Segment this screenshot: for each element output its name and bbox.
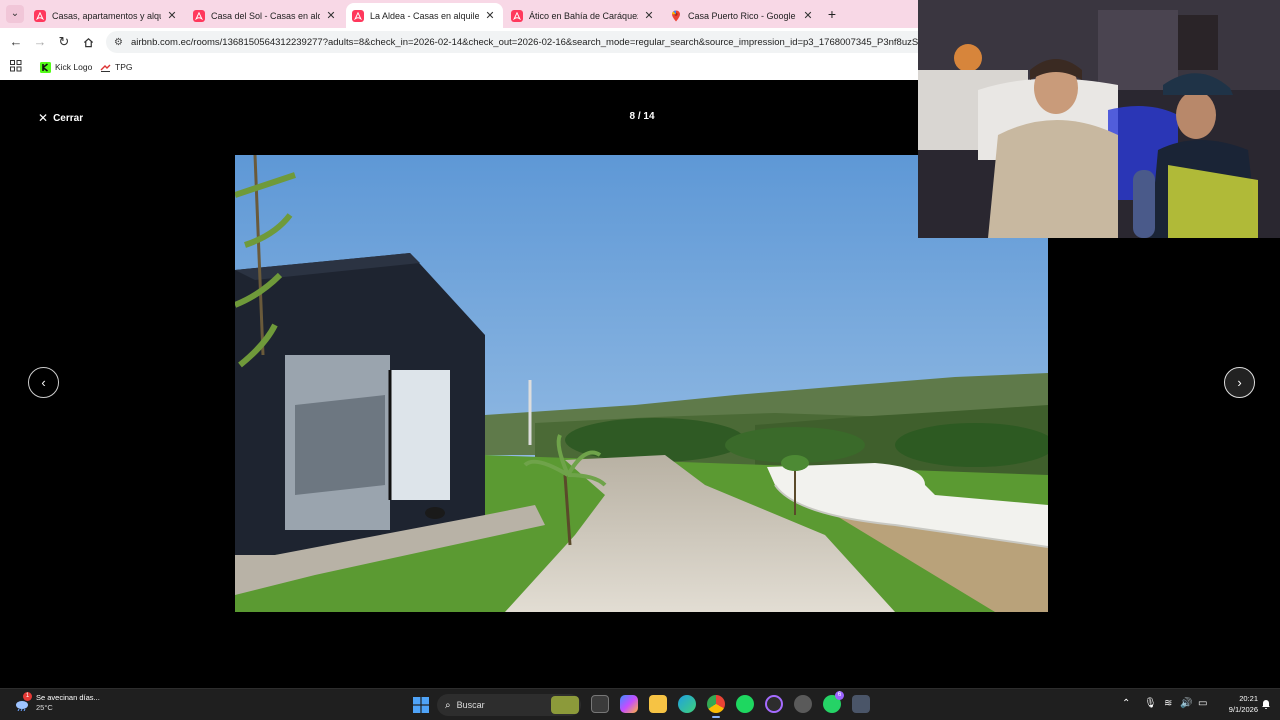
clock-time: 20:21 [1239,694,1258,703]
search-icon: ⌕ [445,699,451,711]
whatsapp-icon[interactable]: 6 [823,691,844,713]
tab-title: Casa del Sol - Casas en alquiler [211,10,320,21]
windows-start-icon[interactable] [413,697,429,713]
close-viewer-button[interactable]: ✕ Cerrar [38,111,83,125]
google-maps-icon [670,10,682,22]
system-clock[interactable]: 20:21 9/1/2026 [1218,693,1258,715]
obs-icon[interactable] [765,695,783,713]
back-button[interactable]: ← [8,34,24,50]
airbnb-icon [511,9,523,22]
tpg-icon [100,64,111,72]
search-label: Buscar [456,700,485,710]
calculator-icon[interactable] [852,695,870,713]
previous-photo-button[interactable]: ‹ [28,367,59,398]
close-tab-icon[interactable]: ✕ [165,9,179,23]
spotify-icon[interactable] [736,695,754,713]
tab-search-button[interactable]: ⌄ [6,5,24,23]
tab-atico-bahia[interactable]: Ático en Bahía de Caráquez - A ✕ [505,3,662,28]
apps-grid-icon[interactable] [10,60,22,72]
show-hidden-icons-icon[interactable]: ⌃ [1122,697,1130,711]
battery-icon[interactable]: ▭ [1198,697,1207,711]
tab-title: La Aldea - Casas en alquiler en [370,10,479,21]
taskbar-search[interactable]: ⌕ Buscar [437,694,581,716]
tab-google-maps[interactable]: Casa Puerto Rico - Google Maps ✕ [664,3,821,28]
weather-widget[interactable]: 1 Se avecinan días... 25°C [14,692,100,713]
bookmark-kick-logo[interactable]: Kick Logo [40,59,92,75]
tab-title: Casa Puerto Rico - Google Maps [688,10,797,21]
home-icon [83,38,93,48]
microphone-icon[interactable]: 🎙 [1144,697,1157,711]
kick-icon [40,61,51,73]
wifi-icon[interactable]: ≋ [1164,697,1172,711]
copilot-icon[interactable] [620,695,638,713]
forward-button[interactable]: → [32,34,48,50]
clock-date: 9/1/2026 [1228,705,1258,714]
airbnb-icon [193,9,205,22]
tab-title: Ático en Bahía de Caráquez - A [529,10,638,21]
tab-casa-del-sol[interactable]: Casa del Sol - Casas en alquiler ✕ [187,3,344,28]
weather-title: Se avecinan días... [36,693,100,702]
browser-window: ⌄ Casas, apartamentos y alquileres ✕ Cas… [0,0,918,80]
file-explorer-icon[interactable] [649,695,667,713]
chevron-left-icon: ‹ [41,375,46,390]
webcam-overlay [918,0,1280,238]
close-tab-icon[interactable]: ✕ [483,9,497,23]
reload-button[interactable]: ↻ [56,34,72,50]
new-tab-button[interactable]: + [824,6,840,22]
home-button[interactable] [80,34,96,50]
windows-taskbar: 1 Se avecinan días... 25°C ⌕ Buscar 6 ⌃ … [0,688,1280,720]
airbnb-icon [34,9,46,22]
close-tab-icon[interactable]: ✕ [324,9,338,23]
bookmark-label: Kick Logo [55,62,93,72]
close-label: Cerrar [53,112,84,124]
streamers-video [918,0,1280,238]
notifications-icon[interactable] [1260,698,1272,710]
tab-airbnb-search[interactable]: Casas, apartamentos y alquileres ✕ [28,3,185,28]
weather-temperature: 25°C [36,703,53,712]
photo-counter: 8 / 14 [629,111,655,122]
address-bar[interactable]: ⚙ airbnb.com.ec/rooms/136815056431223927… [106,31,918,53]
chevron-right-icon: › [1237,375,1242,390]
search-highlight-icon [551,696,579,714]
task-view-icon[interactable] [591,695,609,713]
next-photo-button[interactable]: › [1224,367,1255,398]
whatsapp-badge: 6 [835,691,844,700]
weather-icon: 1 [14,692,32,712]
edge-icon[interactable] [678,695,696,713]
settings-icon[interactable] [794,695,812,713]
close-tab-icon[interactable]: ✕ [801,9,815,23]
tab-title: Casas, apartamentos y alquileres [52,10,161,21]
browser-toolbar: ← → ↻ ⚙ airbnb.com.ec/rooms/136815056431… [0,28,918,56]
chrome-icon[interactable] [707,695,725,718]
bookmarks-bar: Kick Logo TPG [0,56,918,78]
bookmark-tpg[interactable]: TPG [100,59,132,75]
site-info-icon[interactable]: ⚙ [114,37,123,48]
bookmark-label: TPG [115,62,133,72]
airbnb-icon [352,9,364,22]
tab-la-aldea[interactable]: La Aldea - Casas en alquiler en ✕ [346,3,503,28]
tab-strip: ⌄ Casas, apartamentos y alquileres ✕ Cas… [0,0,918,28]
url-text: airbnb.com.ec/rooms/1368150564312239277?… [130,36,918,48]
close-tab-icon[interactable]: ✕ [642,9,656,23]
volume-icon[interactable]: 🔊 [1180,697,1192,711]
weather-alert-badge: 1 [23,692,32,701]
close-icon: ✕ [38,111,49,125]
